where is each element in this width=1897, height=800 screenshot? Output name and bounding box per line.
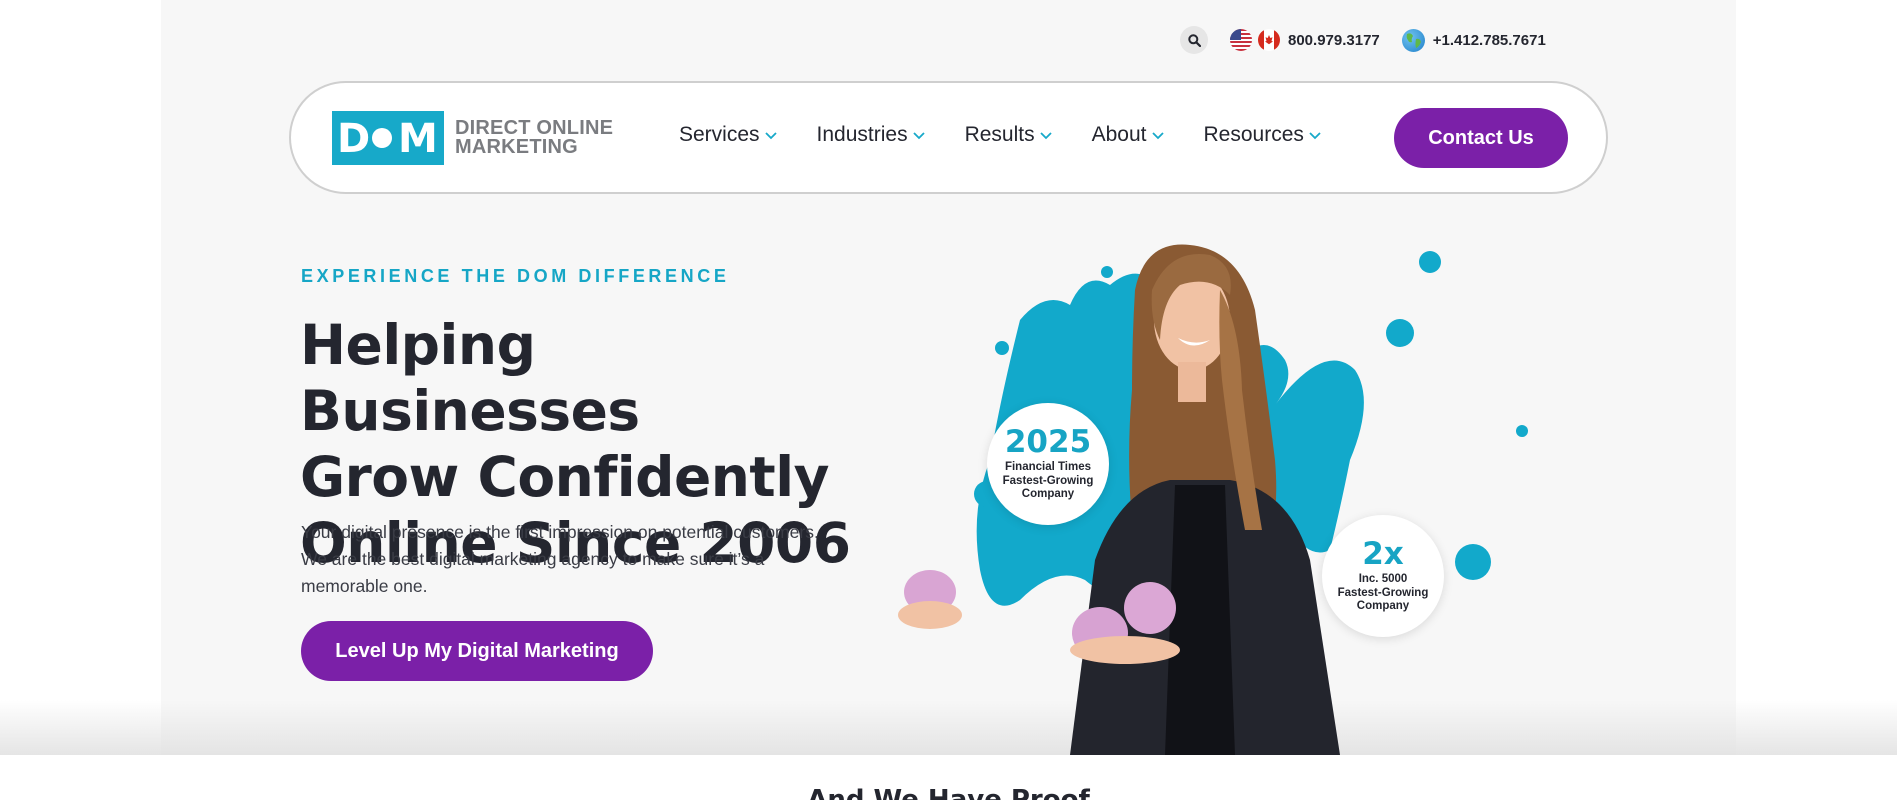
- nav-item-label: Results: [964, 123, 1035, 146]
- headline-line-1: Helping Businesses: [300, 313, 640, 443]
- nav-item-industries[interactable]: Industries: [817, 123, 925, 147]
- utility-bar: 800.979.3177 +1.412.785.7671: [1180, 26, 1546, 54]
- teal-splash-graphic: [898, 244, 1528, 755]
- main-navigation: D M DIRECT ONLINE MARKETING Services Ind…: [289, 81, 1608, 194]
- badge-caption-line-3: Company: [1356, 600, 1410, 613]
- nav-item-label: Services: [679, 123, 760, 146]
- proof-section-title: And We Have Proof: [807, 785, 1090, 800]
- logo-wordmark: DIRECT ONLINE MARKETING: [455, 118, 613, 158]
- nav-item-services[interactable]: Services: [679, 123, 777, 147]
- chevron-down-icon: [1151, 132, 1164, 140]
- inc-5000-badge: 2x Inc. 5000 Fastest-Growing Company: [1322, 515, 1444, 637]
- chevron-down-icon: [1039, 132, 1052, 140]
- phone-international[interactable]: +1.412.785.7671: [1401, 28, 1546, 52]
- level-up-cta-button[interactable]: Level Up My Digital Marketing: [301, 621, 653, 681]
- hero-description: Your digital presence is the first impre…: [301, 522, 819, 596]
- nav-item-resources[interactable]: Resources: [1204, 123, 1321, 147]
- badge-caption-line-3: Company: [1021, 488, 1075, 501]
- nav-item-results[interactable]: Results: [965, 123, 1052, 147]
- headline-line-2: Grow Confidently: [300, 445, 829, 509]
- chevron-down-icon: [1309, 132, 1321, 140]
- phone-us-ca[interactable]: 800.979.3177: [1230, 29, 1380, 51]
- nav-item-label: Industries: [816, 123, 908, 146]
- phone-number-us-ca: 800.979.3177: [1288, 31, 1380, 49]
- badge-year: 2025: [1004, 424, 1092, 461]
- badge-caption: Inc. 5000 Fastest-Growing Company: [1338, 573, 1429, 614]
- chevron-down-icon: [912, 132, 925, 140]
- logo-line-2: MARKETING: [455, 136, 578, 158]
- proof-section: And We Have Proof: [0, 755, 1897, 800]
- nav-menu: Services Industries Results About Resour…: [679, 123, 1361, 147]
- chevron-down-icon: [764, 132, 777, 140]
- nav-item-about[interactable]: About: [1092, 123, 1164, 147]
- badge-caption-line-1: Inc. 5000: [1358, 573, 1408, 586]
- badge-caption-line-2: Fastest-Growing: [1002, 474, 1094, 487]
- financial-times-badge: 2025 Financial Times Fastest-Growing Com…: [987, 403, 1109, 525]
- globe-icon: [1401, 28, 1425, 52]
- us-flag-icon: [1230, 29, 1252, 51]
- logo-mark: D M: [332, 111, 444, 165]
- search-button[interactable]: [1180, 26, 1208, 54]
- contact-us-button[interactable]: Contact Us: [1394, 108, 1568, 168]
- hero-eyebrow: EXPERIENCE THE DOM DIFFERENCE: [301, 266, 730, 286]
- canada-flag-icon: [1258, 29, 1280, 51]
- badge-caption: Financial Times Fastest-Growing Company: [1003, 461, 1094, 502]
- nav-item-label: About: [1091, 123, 1147, 146]
- dom-logo[interactable]: D M DIRECT ONLINE MARKETING: [332, 111, 613, 165]
- badge-multiplier: 2x: [1362, 536, 1404, 573]
- badge-caption-line-1: Financial Times: [1004, 461, 1092, 474]
- hero-illustration: 2025 Financial Times Fastest-Growing Com…: [870, 230, 1570, 755]
- search-icon: [1187, 33, 1201, 47]
- badge-caption-line-2: Fastest-Growing: [1337, 586, 1429, 599]
- phone-number-international: +1.412.785.7671: [1432, 31, 1546, 49]
- nav-item-label: Resources: [1203, 123, 1304, 146]
